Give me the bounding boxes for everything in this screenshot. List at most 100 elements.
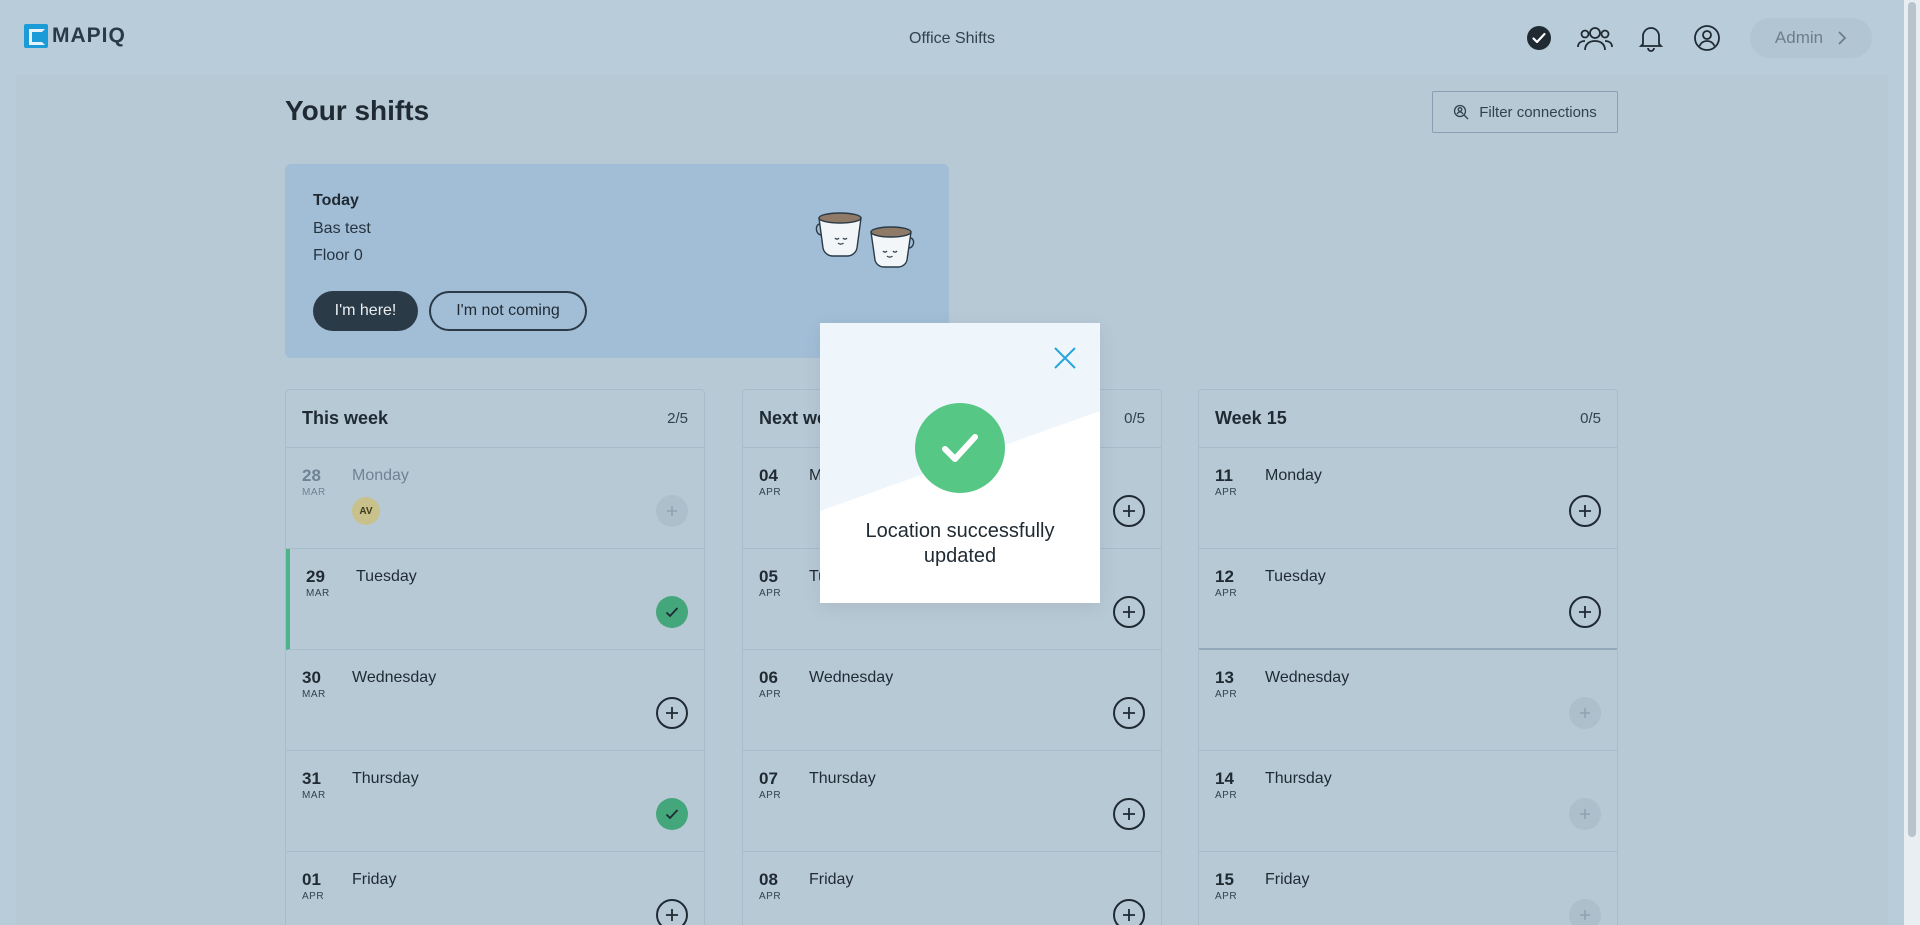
day-name: Wednesday: [1265, 669, 1350, 686]
check-icon: [665, 809, 679, 820]
week-title: Next we: [759, 408, 828, 428]
account-icon[interactable]: [1688, 19, 1726, 57]
plus-icon: [1580, 708, 1590, 718]
day-number: 28: [302, 466, 321, 485]
avatar[interactable]: AV: [352, 497, 380, 525]
day-row: 31 MAR Thursday: [286, 751, 704, 852]
day-row: 13 APR Wednesday: [1199, 650, 1617, 751]
plus-icon: [1123, 808, 1135, 820]
scrollbar[interactable]: [1904, 0, 1920, 925]
week-count: 0/5: [1124, 410, 1145, 427]
day-month: APR: [1215, 487, 1238, 498]
day-name: Friday: [809, 871, 854, 888]
day-number: 07: [759, 769, 778, 788]
day-number: 05: [759, 567, 778, 586]
page-title: Your shifts: [285, 95, 430, 126]
day-number: 15: [1215, 870, 1234, 889]
plus-icon: [666, 909, 678, 921]
today-floor: Floor 0: [313, 247, 363, 264]
plus-icon: [1579, 606, 1591, 618]
day-name: Tuesday: [356, 568, 417, 585]
add-shift-button[interactable]: [1569, 798, 1601, 830]
plus-icon: [1580, 809, 1590, 819]
day-number: 11: [1215, 466, 1233, 485]
admin-label: Admin: [1774, 28, 1824, 47]
shift-booked-button[interactable]: [656, 798, 688, 830]
status-check-icon[interactable]: [1520, 19, 1558, 57]
day-name: Tuesday: [1265, 568, 1326, 585]
today-location: Bas test: [313, 220, 371, 237]
add-shift-button[interactable]: [1113, 596, 1145, 628]
day-number: 12: [1215, 567, 1234, 586]
coffee-cups-illustration: [815, 210, 920, 275]
day-month: APR: [759, 487, 782, 498]
day-number: 04: [759, 466, 778, 485]
day-month: APR: [1215, 891, 1238, 902]
im-not-coming-button[interactable]: I'm not coming: [429, 291, 587, 331]
scrollbar-thumb[interactable]: [1908, 2, 1916, 837]
day-month: APR: [759, 689, 782, 700]
add-shift-button[interactable]: [1569, 697, 1601, 729]
day-row: 30 MAR Wednesday: [286, 650, 704, 751]
plus-icon: [1123, 606, 1135, 618]
day-month: MAR: [302, 790, 326, 801]
day-row: 11 APR Monday: [1199, 448, 1617, 549]
add-shift-button[interactable]: [656, 697, 688, 729]
bell-icon[interactable]: [1632, 19, 1670, 57]
day-name: Monday: [352, 467, 409, 484]
plus-icon: [1123, 909, 1135, 921]
close-icon[interactable]: [1050, 343, 1080, 373]
filter-connections-button[interactable]: Filter connections: [1432, 91, 1618, 133]
filter-connections-label: Filter connections: [1479, 103, 1597, 121]
day-month: MAR: [302, 689, 326, 700]
add-shift-button[interactable]: [1113, 899, 1145, 925]
day-number: 01: [302, 870, 321, 889]
plus-icon: [667, 506, 677, 516]
day-name: Friday: [1265, 871, 1310, 888]
day-month: APR: [302, 891, 325, 902]
add-shift-button[interactable]: [1113, 495, 1145, 527]
chevron-right-icon: [1838, 31, 1847, 45]
day-row: 01 APR Friday: [286, 852, 704, 925]
day-row: 28 MAR Monday AV: [286, 448, 704, 549]
add-shift-button[interactable]: [1569, 495, 1601, 527]
day-month: APR: [1215, 790, 1238, 801]
add-shift-button[interactable]: [1569, 899, 1601, 925]
day-name: Wednesday: [352, 669, 437, 686]
im-here-button[interactable]: I'm here!: [313, 291, 418, 331]
shift-booked-button[interactable]: [656, 596, 688, 628]
day-number: 30: [302, 668, 321, 687]
day-row: 08 APR Friday: [743, 852, 1161, 925]
day-name: Wednesday: [809, 669, 894, 686]
day-number: 08: [759, 870, 778, 889]
day-month: APR: [1215, 689, 1238, 700]
day-row: 14 APR Thursday: [1199, 751, 1617, 852]
day-number: 29: [306, 567, 325, 586]
plus-icon: [1579, 505, 1591, 517]
plus-icon: [1580, 910, 1590, 920]
week-count: 0/5: [1580, 410, 1601, 427]
admin-button[interactable]: Admin: [1750, 18, 1872, 58]
add-shift-button[interactable]: [656, 495, 688, 527]
day-name: Thursday: [352, 770, 419, 787]
week-title: This week: [302, 408, 389, 428]
add-shift-button[interactable]: [1113, 798, 1145, 830]
week-header: Week 15 0/5: [1199, 390, 1617, 448]
day-number: 06: [759, 668, 778, 687]
day-month: APR: [759, 891, 782, 902]
people-icon[interactable]: [1576, 19, 1614, 57]
day-row: 29 MAR Tuesday: [286, 549, 704, 650]
week-count: 2/5: [667, 410, 688, 427]
top-icons: Admin: [1520, 18, 1872, 58]
plus-icon: [666, 707, 678, 719]
plus-icon: [1123, 707, 1135, 719]
modal-message: Location successfully updated: [865, 520, 1055, 567]
day-name: Monday: [1265, 467, 1322, 484]
day-row: 15 APR Friday: [1199, 852, 1617, 925]
day-row: 12 APR Tuesday: [1199, 549, 1617, 650]
add-shift-button[interactable]: [1569, 596, 1601, 628]
add-shift-button[interactable]: [1113, 697, 1145, 729]
day-name: Thursday: [1265, 770, 1332, 787]
add-shift-button[interactable]: [656, 899, 688, 925]
top-bar: MAPIQ Office Shifts Admin: [0, 0, 1904, 75]
